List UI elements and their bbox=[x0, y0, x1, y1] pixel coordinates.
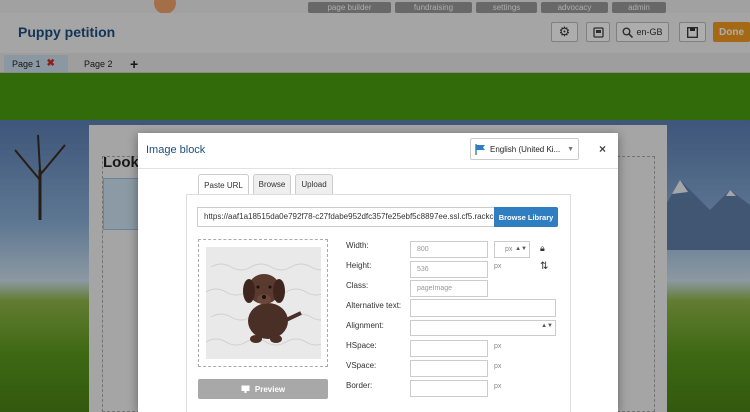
puppy-image bbox=[206, 247, 321, 359]
border-label: Border: bbox=[346, 381, 373, 390]
hspace-input[interactable] bbox=[410, 340, 488, 357]
border-unit: px bbox=[494, 383, 502, 390]
dialog-title: Image block bbox=[146, 144, 206, 156]
alignment-select[interactable]: ▲▼ bbox=[410, 320, 556, 336]
width-input[interactable]: 800 bbox=[410, 241, 488, 258]
unit-select[interactable]: px ▲▼ bbox=[494, 241, 530, 258]
alt-text-input[interactable] bbox=[410, 299, 556, 317]
vspace-input[interactable] bbox=[410, 360, 488, 377]
hspace-label: HSpace: bbox=[346, 341, 377, 350]
preview-button-label: Preview bbox=[254, 384, 286, 394]
caret-down-icon: ▲▼ bbox=[541, 323, 553, 329]
class-label: Class: bbox=[346, 281, 369, 290]
language-select-value: English (United Ki... bbox=[490, 144, 561, 154]
unit-select-value: px bbox=[505, 246, 513, 253]
vspace-label: VSpace: bbox=[346, 361, 377, 370]
class-input[interactable]: pageImage bbox=[410, 280, 488, 297]
height-input[interactable]: 536 bbox=[410, 261, 488, 278]
preview-button[interactable]: Preview bbox=[198, 379, 328, 399]
lock-icon[interactable]: 🔒︎ bbox=[540, 243, 545, 254]
height-label: Height: bbox=[346, 261, 372, 270]
alt-text-label: Alternative text: bbox=[346, 301, 402, 310]
height-unit: px bbox=[494, 263, 502, 270]
language-select[interactable]: English (United Ki... ▼ bbox=[470, 138, 579, 160]
image-url-input[interactable]: https://aaf1a18515da0e792f78-c27fdabe952… bbox=[197, 207, 495, 227]
tab-browse[interactable]: Browse bbox=[253, 174, 291, 194]
border-input[interactable] bbox=[410, 380, 488, 397]
tab-upload[interactable]: Upload bbox=[295, 174, 333, 194]
alignment-label: Alignment: bbox=[346, 321, 384, 330]
image-block-dialog: Image block English (United Ki... ▼ × Pa… bbox=[138, 133, 618, 412]
reset-size-icon[interactable]: ⇅ bbox=[540, 261, 548, 272]
caret-down-icon: ▲▼ bbox=[515, 246, 527, 252]
vspace-unit: px bbox=[494, 363, 502, 370]
close-button[interactable]: × bbox=[599, 142, 606, 156]
monitor-icon bbox=[241, 385, 250, 393]
caret-down-icon: ▼ bbox=[567, 145, 574, 153]
browse-library-button[interactable]: Browse Library bbox=[494, 207, 558, 227]
width-label: Width: bbox=[346, 241, 369, 250]
hspace-unit: px bbox=[494, 343, 502, 350]
tab-paste-url[interactable]: Paste URL bbox=[198, 174, 249, 195]
flag-icon bbox=[475, 143, 485, 155]
